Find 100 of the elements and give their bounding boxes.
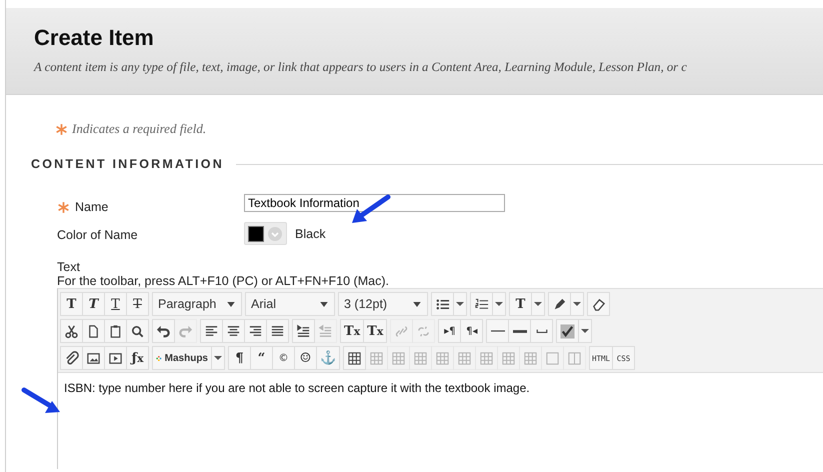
color-name: Black	[295, 227, 326, 241]
section-title: CONTENT INFORMATION	[31, 157, 224, 171]
numbered-list-button[interactable]	[470, 292, 493, 316]
required-icon	[55, 122, 68, 136]
toolbar-button[interactable]: “	[250, 346, 273, 370]
align-right-button[interactable]	[244, 319, 267, 343]
align-left-icon	[204, 324, 219, 338]
dropdown-button[interactable]	[578, 319, 592, 343]
underline-button[interactable]: T	[104, 292, 127, 316]
page-icon	[86, 324, 101, 338]
cut-button[interactable]	[60, 319, 83, 343]
page-description: A content item is any type of file, text, image, or link that appears to users in a Content Area, Learning Module, Lesson Plan, or c	[34, 60, 688, 75]
thick-line-button[interactable]	[508, 319, 532, 343]
toolbar-button[interactable]: ©	[272, 346, 295, 370]
table-icon	[523, 350, 538, 366]
table-icon	[435, 350, 450, 366]
format-dropdown[interactable]: Paragraph	[152, 292, 242, 316]
table-icon	[479, 350, 494, 366]
clipboard-icon	[108, 324, 123, 338]
toolbar-button[interactable]: T	[509, 292, 532, 316]
clear-format-button[interactable]	[587, 292, 610, 316]
bullet-list-button[interactable]	[431, 292, 454, 316]
format-dropdown[interactable]: 3 (12pt)	[338, 292, 428, 316]
page-title: Create Item	[34, 25, 155, 51]
color-picker[interactable]	[244, 222, 287, 245]
table-icon	[457, 350, 472, 366]
caret-icon	[413, 302, 421, 306]
media-icon	[108, 350, 123, 366]
caret-icon	[214, 356, 222, 360]
eraser-icon	[591, 296, 606, 312]
name-field[interactable]: Textbook Information	[244, 194, 505, 212]
italic-button[interactable]: T	[82, 292, 105, 316]
toolbar-button[interactable]: ¶◂	[460, 319, 484, 343]
format-dropdown[interactable]: Arial	[245, 292, 335, 316]
field-label: Color of Name	[57, 228, 138, 242]
strikethrough-button[interactable]: T	[126, 292, 149, 316]
caret-icon	[227, 302, 235, 306]
line-icon	[490, 330, 505, 332]
caret-icon	[581, 329, 590, 333]
columns-icon	[567, 350, 582, 366]
search-icon	[130, 324, 145, 338]
caret-icon	[495, 302, 503, 306]
undo-button[interactable]	[152, 319, 175, 343]
copy-button[interactable]	[82, 319, 105, 343]
toolbar-button[interactable]: ▸¶	[438, 319, 462, 343]
caret-icon	[534, 302, 542, 306]
attach-button[interactable]	[60, 346, 83, 370]
justify-icon	[270, 324, 285, 338]
dropdown-button[interactable]	[453, 292, 467, 316]
table-icon	[413, 350, 428, 366]
table-icon	[369, 350, 384, 366]
pointer-arrow	[22, 388, 60, 413]
align-center-icon	[226, 324, 241, 338]
link-icon	[394, 324, 410, 338]
undo-icon	[156, 324, 171, 338]
caret-icon	[573, 302, 581, 306]
required-icon	[57, 200, 70, 214]
field-label: Text	[57, 260, 81, 274]
toolbar-hint: For the toolbar, press ALT+F10 (PC) or ALT+FN+F10 (Mac).	[57, 274, 390, 288]
dropdown-button[interactable]	[531, 292, 545, 316]
media-button[interactable]	[104, 346, 127, 370]
table-icon	[391, 350, 406, 366]
toolbar-button[interactable]: ☺	[294, 346, 317, 370]
line-button[interactable]	[486, 319, 510, 343]
toolbar-button[interactable]: ⚓	[316, 346, 340, 370]
thick-line-icon	[512, 330, 527, 332]
broken-link-icon	[416, 324, 432, 338]
table-button[interactable]	[343, 346, 366, 370]
dropdown-button[interactable]	[492, 292, 506, 316]
toolbar-button[interactable]: ¶	[228, 346, 251, 370]
paperclip-icon	[64, 350, 79, 366]
numbered-list-icon	[474, 296, 489, 312]
chevron-icon	[267, 226, 283, 242]
redo-icon	[178, 324, 193, 338]
paste-button[interactable]	[104, 319, 127, 343]
find-button[interactable]	[126, 319, 149, 343]
image-button[interactable]	[82, 346, 105, 370]
dropdown-button[interactable]	[211, 346, 225, 370]
space-icon	[536, 329, 548, 333]
indent-icon	[296, 324, 311, 338]
marker-icon	[552, 296, 567, 312]
align-left-button[interactable]	[200, 319, 223, 343]
required-note: Indicates a required field.	[72, 121, 206, 137]
square-icon	[545, 350, 560, 366]
space-button[interactable]	[530, 319, 554, 343]
table-icon	[501, 350, 516, 366]
align-center-button[interactable]	[222, 319, 245, 343]
dropdown-button[interactable]	[570, 292, 584, 316]
caret-icon	[320, 302, 328, 306]
checkmark-icon	[560, 324, 576, 338]
indent-button[interactable]	[292, 319, 315, 343]
mashups-button[interactable]: Mashups	[152, 346, 212, 370]
bold-button[interactable]: T	[60, 292, 83, 316]
scissors-icon	[64, 324, 79, 338]
caret-icon	[456, 302, 464, 306]
align-right-icon	[248, 324, 263, 338]
highlight-button[interactable]	[548, 292, 571, 316]
spellcheck-button[interactable]	[556, 319, 580, 343]
table-icon	[347, 350, 362, 366]
justify-button[interactable]	[266, 319, 289, 343]
